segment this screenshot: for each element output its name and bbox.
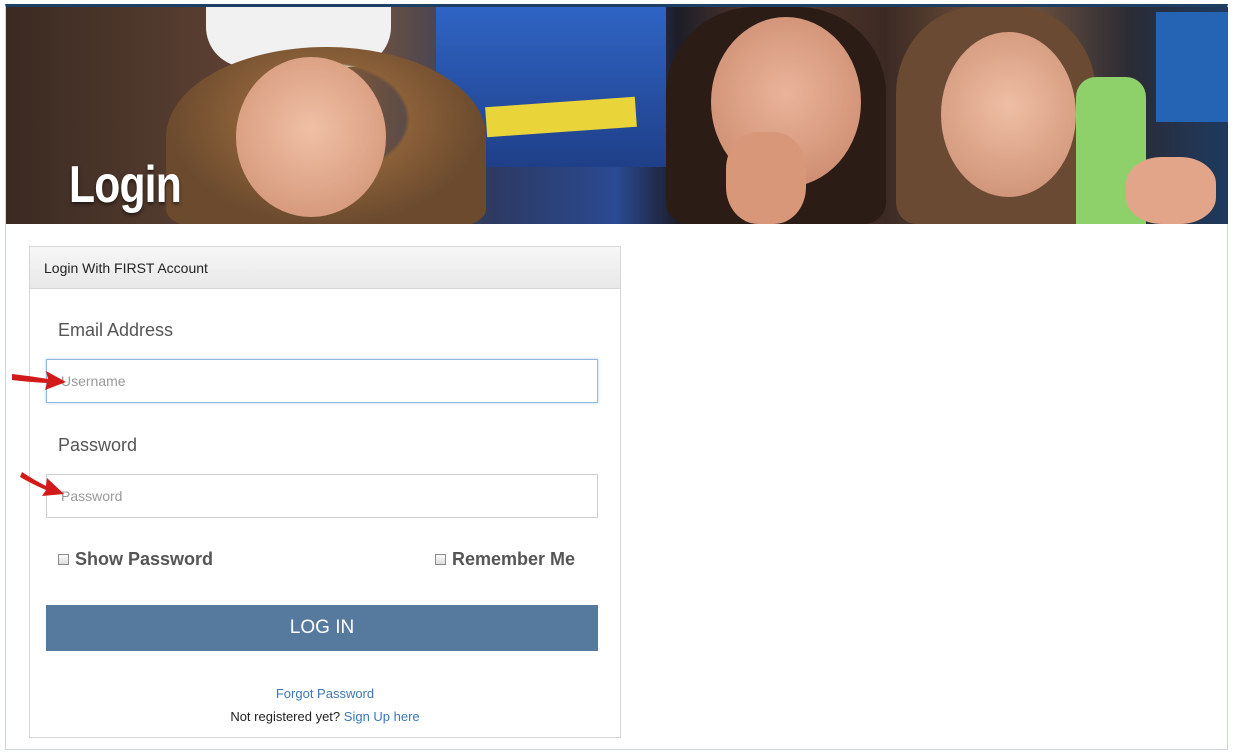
forgot-password-link[interactable]: Forgot Password: [276, 686, 374, 701]
hero-photo-face-right: [941, 32, 1076, 197]
password-input[interactable]: [46, 474, 598, 518]
login-panel: Login With FIRST Account Email Address P…: [29, 246, 621, 738]
hero-photo-hand: [726, 132, 806, 224]
panel-header: Login With FIRST Account: [30, 247, 620, 289]
remember-me-checkbox[interactable]: Remember Me: [435, 549, 575, 570]
show-password-checkbox[interactable]: Show Password: [58, 549, 213, 570]
email-label: Email Address: [58, 320, 174, 340]
hero-photo-hand-right: [1126, 157, 1216, 224]
hero-photo-sign-right: [1156, 12, 1228, 122]
show-password-label: Show Password: [75, 549, 214, 569]
checkbox-icon[interactable]: [58, 554, 69, 565]
sign-up-link[interactable]: Sign Up here: [344, 709, 420, 724]
not-registered-text: Not registered yet?: [230, 709, 341, 724]
hero-photo-face-left: [236, 57, 386, 217]
checkbox-icon[interactable]: [435, 554, 446, 565]
login-button[interactable]: LOG IN: [46, 605, 598, 651]
annotation-arrow-icon: [20, 472, 64, 496]
hero-banner: Login: [6, 7, 1228, 224]
annotation-arrow-icon: [12, 371, 66, 390]
username-input[interactable]: [46, 359, 598, 403]
password-label: Password: [58, 435, 138, 455]
page-title: Login: [69, 156, 182, 214]
remember-me-label: Remember Me: [452, 549, 576, 569]
